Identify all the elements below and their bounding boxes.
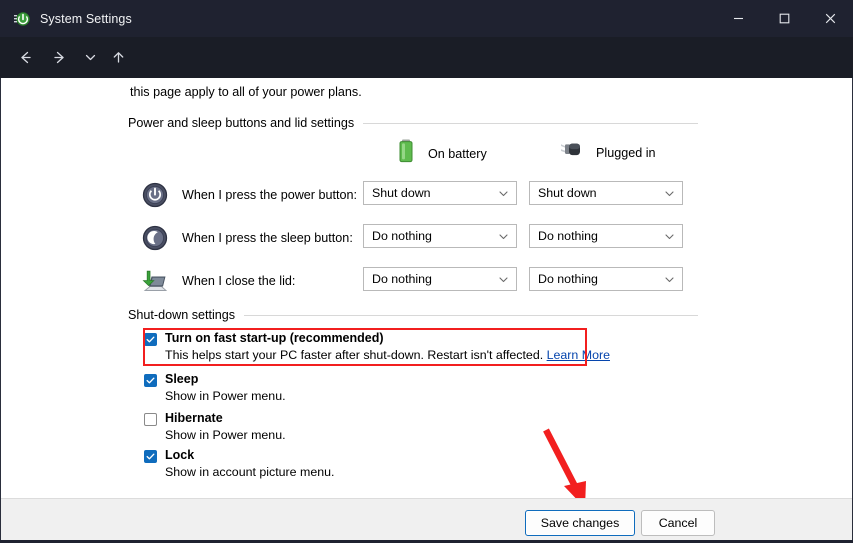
chevron-down-icon <box>498 182 509 204</box>
sleep-button-icon <box>142 225 168 251</box>
chevron-down-icon <box>664 268 675 290</box>
chevron-down-icon <box>498 225 509 247</box>
column-label-plugged-in: Plugged in <box>596 145 656 160</box>
checkbox-label-hibernate: Hibernate <box>165 411 223 425</box>
up-button[interactable] <box>108 47 129 68</box>
learn-more-link[interactable]: Learn More <box>547 348 610 362</box>
minimize-button[interactable] <box>715 0 761 37</box>
chevron-down-icon <box>664 182 675 204</box>
section-divider <box>363 122 698 124</box>
section-label: Shut-down settings <box>128 308 236 322</box>
dialog-button-bar: Save changes Cancel <box>0 498 853 543</box>
annotation-arrow <box>536 426 606 498</box>
cancel-button[interactable]: Cancel <box>641 510 715 536</box>
dropdown-close-lid-on-battery[interactable]: Do nothing <box>363 267 517 291</box>
checkbox-hibernate[interactable] <box>144 413 157 426</box>
recent-locations-button[interactable] <box>80 47 101 68</box>
checkbox-label-fast-startup: Turn on fast start-up (recommended) <box>165 331 384 345</box>
setting-label-sleep-button: When I press the sleep button: <box>182 231 353 245</box>
column-label-on-battery: On battery <box>428 146 487 161</box>
checkbox-desc-lock: Show in account picture menu. <box>165 465 335 479</box>
checkbox-row-sleep[interactable]: Sleep Show in Power menu. <box>144 372 286 403</box>
checkbox-desc-hibernate: Show in Power menu. <box>165 428 286 442</box>
system-settings-window: System Settings Search Control Panel thi… <box>0 0 853 543</box>
dropdown-close-lid-plugged-in[interactable]: Do nothing <box>529 267 683 291</box>
maximize-button[interactable] <box>761 0 807 37</box>
column-header-on-battery: On battery <box>395 138 487 169</box>
address-bar-row: « Hardware and Sound › Power Options › S… <box>0 37 853 109</box>
section-divider <box>244 314 698 316</box>
desc-text: This helps start your PC faster after sh… <box>165 348 544 362</box>
checkbox-fast-startup[interactable] <box>144 333 157 346</box>
dropdown-value: Do nothing <box>538 272 598 286</box>
setting-label-close-lid: When I close the lid: <box>182 274 296 288</box>
intro-text: this page apply to all of your power pla… <box>130 85 362 99</box>
checkbox-lock[interactable] <box>144 450 157 463</box>
setting-row-close-lid: When I close the lid: <box>142 266 295 296</box>
section-label: Power and sleep buttons and lid settings <box>128 116 355 130</box>
window-title: System Settings <box>40 11 132 26</box>
checkbox-label-lock: Lock <box>165 448 195 462</box>
checkbox-label-sleep: Sleep <box>165 372 199 386</box>
dropdown-value: Do nothing <box>372 229 432 243</box>
forward-button[interactable] <box>49 47 70 68</box>
dropdown-sleep-button-on-battery[interactable]: Do nothing <box>363 224 517 248</box>
dropdown-power-button-plugged-in[interactable]: Shut down <box>529 181 683 205</box>
checkbox-desc-fast-startup: This helps start your PC faster after sh… <box>165 348 610 362</box>
checkbox-desc-sleep: Show in Power menu. <box>165 389 286 403</box>
setting-label-power-button: When I press the power button: <box>182 188 358 202</box>
dropdown-value: Do nothing <box>372 272 432 286</box>
battery-icon <box>395 138 417 169</box>
laptop-lid-icon <box>142 268 168 294</box>
window-controls <box>715 0 853 37</box>
content-area: this page apply to all of your power pla… <box>0 78 853 543</box>
window-left-edge <box>0 78 1 543</box>
dropdown-value: Shut down <box>538 186 597 200</box>
settings-pane: this page apply to all of your power pla… <box>0 78 830 498</box>
save-changes-button[interactable]: Save changes <box>525 510 635 536</box>
checkbox-sleep[interactable] <box>144 374 157 387</box>
dropdown-value: Shut down <box>372 186 431 200</box>
chevron-down-icon <box>664 225 675 247</box>
checkbox-row-hibernate[interactable]: Hibernate Show in Power menu. <box>144 411 286 442</box>
title-bar: System Settings <box>0 0 853 37</box>
close-button[interactable] <box>807 0 853 37</box>
setting-row-sleep-button: When I press the sleep button: <box>142 223 353 253</box>
chevron-down-icon <box>498 268 509 290</box>
section-header-power-lid: Power and sleep buttons and lid settings <box>128 116 698 130</box>
power-button-icon <box>142 182 168 208</box>
column-header-plugged-in: Plugged in <box>557 138 656 167</box>
checkbox-row-fast-startup[interactable]: Turn on fast start-up (recommended) This… <box>144 331 610 362</box>
checkbox-row-lock[interactable]: Lock Show in account picture menu. <box>144 448 334 479</box>
dropdown-power-button-on-battery[interactable]: Shut down <box>363 181 517 205</box>
back-button[interactable] <box>15 47 36 68</box>
dropdown-sleep-button-plugged-in[interactable]: Do nothing <box>529 224 683 248</box>
system-settings-icon <box>13 10 31 28</box>
power-plug-icon <box>557 138 585 167</box>
setting-row-power-button: When I press the power button: <box>142 180 357 210</box>
section-header-shutdown: Shut-down settings <box>128 308 698 322</box>
dropdown-value: Do nothing <box>538 229 598 243</box>
